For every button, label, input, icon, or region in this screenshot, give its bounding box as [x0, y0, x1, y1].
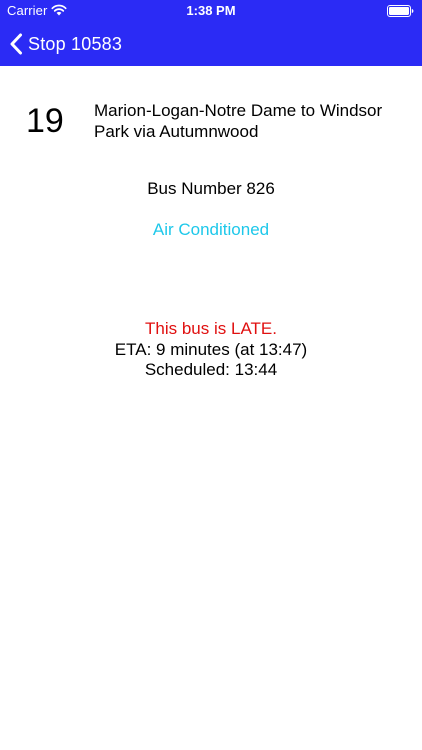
- eta-label: ETA: 9 minutes (at 13:47): [114, 340, 308, 359]
- navigation-bar: Stop 10583: [0, 22, 422, 66]
- back-button-label: Stop 10583: [28, 34, 123, 54]
- back-button[interactable]: Stop 10583: [9, 30, 122, 58]
- battery-icon: [387, 5, 414, 17]
- scheduled-label: Scheduled: 13:44: [144, 360, 278, 379]
- bus-number: Bus Number 826: [147, 179, 275, 198]
- route-number: 19: [26, 102, 64, 140]
- bus-feature-label: Air Conditioned: [152, 220, 270, 239]
- arrival-status: This bus is LATE.: [145, 319, 277, 338]
- chevron-left-icon: [10, 33, 22, 55]
- status-time: 1:38 PM: [186, 3, 236, 18]
- header: Carrier 1:38 PM Stop 10583: [0, 0, 422, 66]
- route-name: Marion-Logan-Notre Dame to Windsor Park …: [94, 101, 383, 141]
- bus-detail-screen: Carrier 1:38 PM Stop 10583 19 Marion-Log…: [0, 0, 422, 750]
- status-bar: Carrier 1:38 PM: [0, 0, 422, 22]
